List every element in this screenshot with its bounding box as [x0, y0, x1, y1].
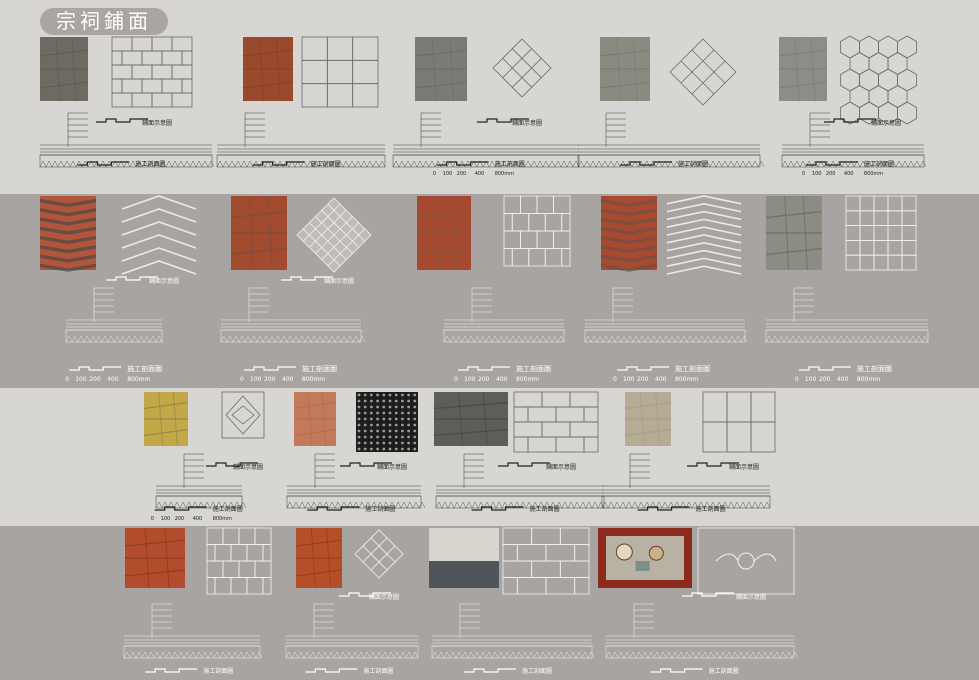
row-2-tile-5-scale-scale_100: 100	[804, 376, 817, 383]
row-4-tile-2-plan-label: 鋪面示意圖	[369, 594, 400, 601]
row-2-tile-4-scale-scale_400: 400	[655, 376, 667, 383]
row-2-tile-1-scale-scale_100: 100	[75, 376, 87, 383]
row-3-tile-4-plan-label: 鋪面示意圖	[729, 464, 760, 471]
row-2-tile-5-scale-scale_800: 800mm	[856, 376, 881, 383]
row-4-tile-2-section-label: 施工剖面圖	[363, 668, 394, 675]
row-1-tile-5-scale-scale_100: 100	[811, 171, 822, 177]
row-3-tile-1-scale-scale_400: 400	[192, 516, 203, 522]
row-1-tile-5-scale-scale_0: 0	[801, 171, 806, 177]
row-3-tile-1-scale-scale_100: 100	[160, 516, 171, 522]
row-3-tile-3-section-label: 施工剖面圖	[529, 506, 560, 513]
row-1-tile-3-scale-scale_800: 800mm	[494, 171, 514, 177]
row-1-tile-3-scale-scale_200: 200	[456, 171, 467, 177]
row-2-tile-5-scale-scale_200: 200	[818, 376, 831, 383]
row-2-tile-3-scale-scale_0: 0	[454, 376, 458, 383]
row-2-tile-5-scale-scale_0: 0	[794, 376, 799, 383]
row-1-tile-5-scale-scale_200: 200	[825, 171, 836, 177]
row-4-tile-4-section-label: 施工剖面圖	[708, 668, 739, 675]
row-2-tile-3-scale-scale_100: 100	[464, 376, 476, 383]
row-3-tile-1-scale-scale_0: 0	[150, 516, 154, 522]
row-2-tile-3-scale-scale_200: 200	[478, 376, 490, 383]
row-1-tile-5-section-label: 施工剖面圖	[863, 161, 894, 168]
row-1-tile-5-scale-scale_400: 400	[843, 171, 854, 177]
row-2-tile-1-scale-scale_800: 800mm	[127, 376, 151, 383]
row-2-tile-2-scale-scale_0: 0	[240, 376, 244, 383]
row-3-tile-1-plan-label: 鋪面示意圖	[233, 464, 264, 471]
drawing-sheet: 宗祠鋪面 鋪面示意圖 施工剖面圖 施工剖面圖 鋪面示意圖 施工剖面圖 0 100 200 400…	[0, 0, 979, 680]
row-1-tile-1-section-label: 施工剖面圖	[135, 161, 166, 168]
row-1-tile-1-plan-label: 鋪面示意圖	[142, 120, 173, 127]
row-2-tile-3-scale-scale_800: 800mm	[516, 376, 540, 383]
row-4-tile-1-section-label: 施工剖面圖	[203, 668, 234, 675]
row-1-tile-3-section-label: 施工剖面圖	[494, 161, 525, 168]
row-1-tile-3-scale-scale_0: 0	[432, 171, 436, 177]
row-2-tile-2-scale-scale_200: 200	[264, 376, 276, 383]
row-3-tile-4-section-label: 施工剖面圖	[695, 506, 726, 513]
row-2-tile-3-scale-scale_400: 400	[496, 376, 508, 383]
row-1-tile-3-scale-scale_100: 100	[442, 171, 453, 177]
annotation-layer: 鋪面示意圖 施工剖面圖 施工剖面圖 鋪面示意圖 施工剖面圖 0 100 200 400 800mm…	[0, 0, 979, 680]
row-1-tile-5-scale-scale_800: 800mm	[863, 171, 884, 177]
row-2-tile-2-scale-scale_800: 800mm	[302, 376, 326, 383]
row-2-tile-1-scale-scale_200: 200	[89, 376, 101, 383]
row-2-tile-1-scale-scale_0: 0	[65, 376, 70, 383]
row-3-tile-2-section-label: 施工剖面圖	[365, 506, 396, 513]
row-1-tile-2-section-label: 施工剖面圖	[310, 161, 341, 168]
row-1-tile-3-plan-label: 鋪面示意圖	[512, 120, 543, 127]
row-2-tile-1-plan-label: 鋪面示意圖	[149, 278, 180, 285]
row-3-tile-1-section-label: 施工剖面圖	[212, 506, 243, 513]
row-2-tile-4-scale-scale_0: 0	[613, 376, 617, 383]
row-2-tile-2-scale-scale_400: 400	[282, 376, 294, 383]
row-2-tile-4-section-label: 施工剖面圖	[675, 365, 710, 373]
row-3-tile-1-scale-scale_200: 200	[174, 516, 185, 522]
row-3-tile-1-scale-scale_800: 800mm	[212, 516, 232, 522]
row-2-tile-3-section-label: 施工剖面圖	[516, 365, 551, 373]
row-1-tile-4-section-label: 施工剖面圖	[677, 161, 708, 168]
row-2-tile-2-section-label: 施工剖面圖	[302, 365, 337, 373]
row-2-tile-1-scale-scale_400: 400	[107, 376, 119, 383]
row-2-tile-2-scale-scale_100: 100	[250, 376, 262, 383]
row-2-tile-4-scale-scale_200: 200	[637, 376, 649, 383]
row-2-tile-5-scale-scale_400: 400	[836, 376, 849, 383]
row-1-tile-5-plan-label: 鋪面示意圖	[871, 120, 902, 127]
row-2-tile-5-section-label: 施工剖面圖	[856, 365, 892, 373]
row-2-tile-4-scale-scale_100: 100	[623, 376, 635, 383]
row-2-tile-4-scale-scale_800: 800mm	[675, 376, 699, 383]
row-2-tile-2-plan-label: 鋪面示意圖	[324, 278, 355, 285]
row-3-tile-3-plan-label: 鋪面示意圖	[546, 464, 577, 471]
row-1-tile-3-scale-scale_400: 400	[474, 171, 485, 177]
row-2-tile-1-section-label: 施工剖面圖	[127, 365, 163, 373]
row-4-tile-3-section-label: 施工剖面圖	[522, 668, 553, 675]
row-3-tile-2-plan-label: 鋪面示意圖	[377, 464, 408, 471]
row-4-tile-4-plan-label: 鋪面示意圖	[736, 594, 767, 601]
